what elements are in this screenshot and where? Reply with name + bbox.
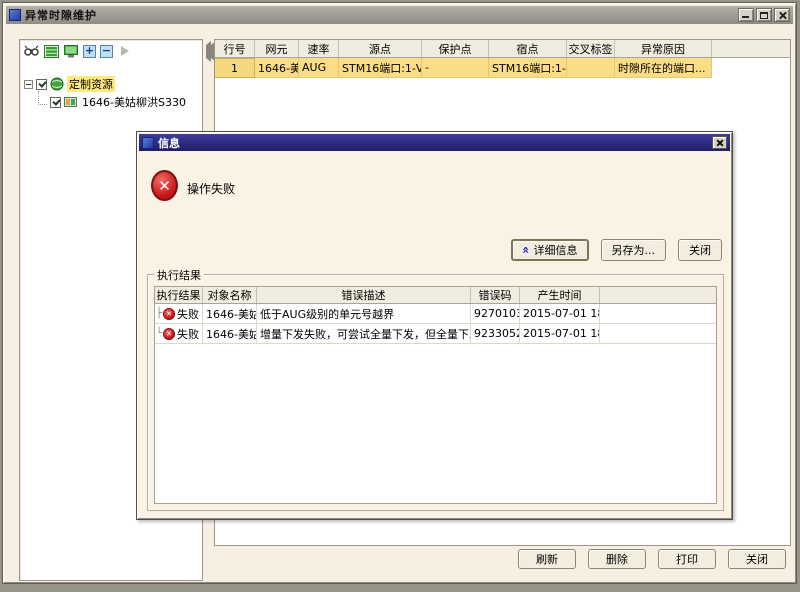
error-icon (151, 170, 178, 201)
result-time-cell: 2015-07-01 18:43:55 (520, 304, 600, 323)
main-titlebar: 异常时隙维护 (6, 6, 793, 24)
tree-node-ne-label[interactable]: 1646-美姑柳洪S330 (80, 94, 188, 110)
result-column-header[interactable]: 产生时间 (520, 287, 600, 303)
result-header-row: 执行结果 对象名称 错误描述 错误码 产生时间 (155, 287, 716, 304)
result-code-cell: 92701035 (471, 304, 520, 323)
device-view-icon[interactable] (63, 44, 79, 58)
maximize-button[interactable] (756, 8, 772, 22)
result-status-text: 失败 (177, 306, 199, 322)
maximize-icon (760, 12, 768, 19)
result-column-header[interactable]: 错误码 (471, 287, 520, 303)
row-filler (712, 58, 790, 78)
reason-cell: 时隙所在的端口... (615, 58, 712, 78)
result-time-cell: 2015-07-01 18:43:55 (520, 324, 600, 343)
result-row[interactable]: ├ 失败 1646-美姑柳... 低于AUG级别的单元号越界 92701035 … (155, 304, 716, 324)
source-cell: STM16端口:1-V... (339, 58, 422, 78)
result-column-header[interactable]: 对象名称 (203, 287, 257, 303)
ne-checkbox[interactable] (50, 97, 61, 108)
tree-node-root-label[interactable]: 定制资源 (67, 76, 115, 92)
result-groupbox-label: 执行结果 (154, 267, 204, 283)
tree-connector (38, 91, 47, 105)
table-header-row: 行号 网元 速率 源点 保护点 宿点 交叉标签 异常原因 (215, 40, 790, 58)
result-row-filler (600, 304, 716, 323)
collapse-node-icon[interactable] (24, 80, 33, 89)
result-object-cell: 1646-美姑柳... (203, 304, 257, 323)
app-icon (9, 9, 21, 21)
row-number-cell: 1 (215, 58, 255, 78)
tree-branch-icon: ├ (156, 308, 162, 319)
search-icon[interactable] (23, 44, 39, 58)
result-status-cell: ├ 失败 (155, 304, 203, 323)
collapse-all-button[interactable]: − (100, 45, 113, 58)
error-status-icon (163, 308, 175, 320)
tree-branch-icon: └ (156, 328, 162, 339)
network-element-icon (64, 96, 77, 108)
result-column-header-filler (600, 287, 716, 303)
close-button[interactable] (774, 8, 790, 22)
footer-buttons: 刷新 删除 打印 关闭 (518, 549, 786, 569)
column-header[interactable]: 源点 (339, 40, 422, 57)
dialog-close-icon[interactable] (712, 136, 727, 149)
result-object-cell: 1646-美姑柳... (203, 324, 257, 343)
protect-cell: - (422, 58, 489, 78)
details-button[interactable]: « 详细信息 (511, 239, 589, 261)
result-column-header[interactable]: 执行结果 (155, 287, 203, 303)
column-header[interactable]: 宿点 (489, 40, 567, 57)
result-status-cell: └ 失败 (155, 324, 203, 343)
error-status-icon (163, 328, 175, 340)
root-checkbox[interactable] (36, 79, 47, 90)
apply-filter-icon[interactable] (117, 44, 133, 58)
column-header[interactable]: 保护点 (422, 40, 489, 57)
tree-node-root[interactable]: 定制资源 (24, 76, 202, 92)
dialog-icon (142, 137, 154, 149)
column-header[interactable]: 异常原因 (615, 40, 712, 57)
column-header[interactable]: 行号 (215, 40, 255, 57)
tree-node-ne[interactable]: 1646-美姑柳洪S330 (38, 94, 202, 110)
dialog-buttons: « 详细信息 另存为... 关闭 (511, 239, 722, 261)
info-dialog: 信息 操作失败 « 详细信息 另存为... 关闭 执行结果 执行结果 对象名称 … (136, 131, 733, 520)
delete-button[interactable]: 删除 (588, 549, 646, 569)
chevron-up-icon: « (519, 246, 533, 254)
list-view-icon[interactable] (43, 44, 59, 58)
sink-cell: STM16端口:1-V... (489, 58, 567, 78)
cross-label-cell (567, 58, 615, 78)
minimize-button[interactable] (738, 8, 754, 22)
column-header[interactable]: 网元 (255, 40, 299, 57)
result-groupbox: 执行结果 执行结果 对象名称 错误描述 错误码 产生时间 ├ 失败 1646-美… (147, 274, 724, 511)
print-button[interactable]: 打印 (658, 549, 716, 569)
close-window-button[interactable]: 关闭 (728, 549, 786, 569)
refresh-button[interactable]: 刷新 (518, 549, 576, 569)
ne-cell: 1646-美... (255, 58, 299, 78)
panel-splitter[interactable] (206, 45, 212, 71)
window-controls (738, 8, 790, 22)
save-as-button[interactable]: 另存为... (601, 239, 667, 261)
dialog-title: 信息 (158, 135, 180, 151)
result-code-cell: 92330523 (471, 324, 520, 343)
result-desc-cell: 增量下发失败，可尝试全量下发，但全量下发有可能影响现有... (257, 324, 471, 343)
result-row[interactable]: └ 失败 1646-美姑柳... 增量下发失败，可尝试全量下发，但全量下发有可能… (155, 324, 716, 344)
result-table: 执行结果 对象名称 错误描述 错误码 产生时间 ├ 失败 1646-美姑柳...… (154, 286, 717, 504)
tree-toolbar: + − (20, 40, 202, 62)
result-desc-cell: 低于AUG级别的单元号越界 (257, 304, 471, 323)
result-row-filler (600, 324, 716, 343)
result-column-header[interactable]: 错误描述 (257, 287, 471, 303)
result-status-text: 失败 (177, 326, 199, 342)
window-title: 异常时隙维护 (25, 7, 97, 23)
details-button-label: 详细信息 (534, 242, 578, 258)
play-icon (121, 46, 129, 56)
dialog-close-button[interactable]: 关闭 (678, 239, 722, 261)
resource-tree: 定制资源 1646-美姑柳洪S330 (20, 76, 202, 110)
dialog-message: 操作失败 (187, 180, 235, 197)
column-header[interactable]: 交叉标签 (567, 40, 615, 57)
dialog-titlebar: 信息 (139, 134, 730, 151)
globe-icon (50, 77, 64, 91)
column-header-filler (712, 40, 790, 57)
rate-cell: AUG (299, 58, 339, 78)
expand-all-button[interactable]: + (83, 45, 96, 58)
column-header[interactable]: 速率 (299, 40, 339, 57)
table-row[interactable]: 1 1646-美... AUG STM16端口:1-V... - STM16端口… (215, 58, 790, 78)
minimize-icon (742, 16, 749, 18)
